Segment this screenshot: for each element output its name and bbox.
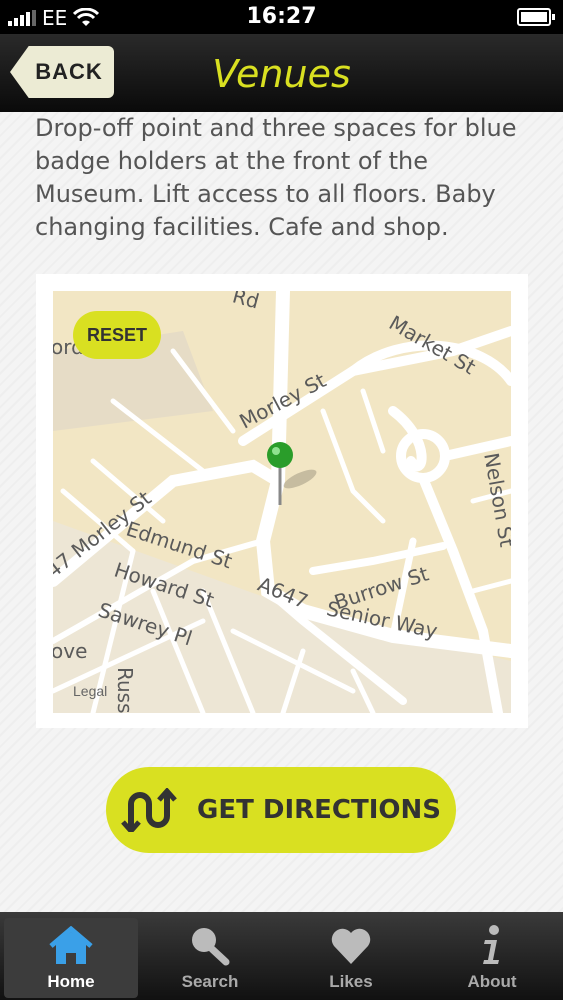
battery-icon: [517, 8, 555, 26]
venue-content[interactable]: Drop-off point and three spaces for blue…: [0, 112, 563, 912]
map-label-russell: Russel: [113, 667, 137, 713]
home-icon: [49, 926, 93, 964]
search-icon: [192, 928, 230, 966]
directions-route-icon: [121, 788, 177, 832]
info-icon: [483, 925, 499, 964]
map-legal-link[interactable]: Legal: [73, 683, 107, 699]
reset-map-button[interactable]: RESET: [73, 311, 161, 359]
venue-accessibility-description: Drop-off point and three spaces for blue…: [35, 114, 517, 241]
map-card: Rd Market St ord Morley St Nelson St 47 …: [36, 274, 528, 728]
tab-about[interactable]: About: [425, 918, 559, 998]
venue-map[interactable]: Rd Market St ord Morley St Nelson St 47 …: [53, 291, 511, 713]
tab-bar: Home Search Likes About: [0, 912, 563, 1000]
map-label-ove: ove: [53, 639, 88, 663]
status-time: 16:27: [246, 4, 317, 29]
tab-about-label: About: [467, 972, 517, 991]
tab-search[interactable]: Search: [143, 918, 277, 998]
tab-home[interactable]: Home: [4, 918, 138, 998]
status-bar: EE 16:27: [0, 0, 563, 34]
heart-icon: [331, 928, 371, 964]
page-title: Venues: [212, 52, 351, 96]
tab-home-label: Home: [47, 972, 95, 991]
tab-likes[interactable]: Likes: [284, 918, 418, 998]
tab-search-label: Search: [181, 972, 239, 991]
get-directions-label: GET DIRECTIONS: [196, 795, 441, 825]
tab-likes-label: Likes: [329, 972, 373, 991]
get-directions-button[interactable]: GET DIRECTIONS: [106, 767, 456, 853]
navigation-bar: BACK Venues: [0, 34, 563, 114]
